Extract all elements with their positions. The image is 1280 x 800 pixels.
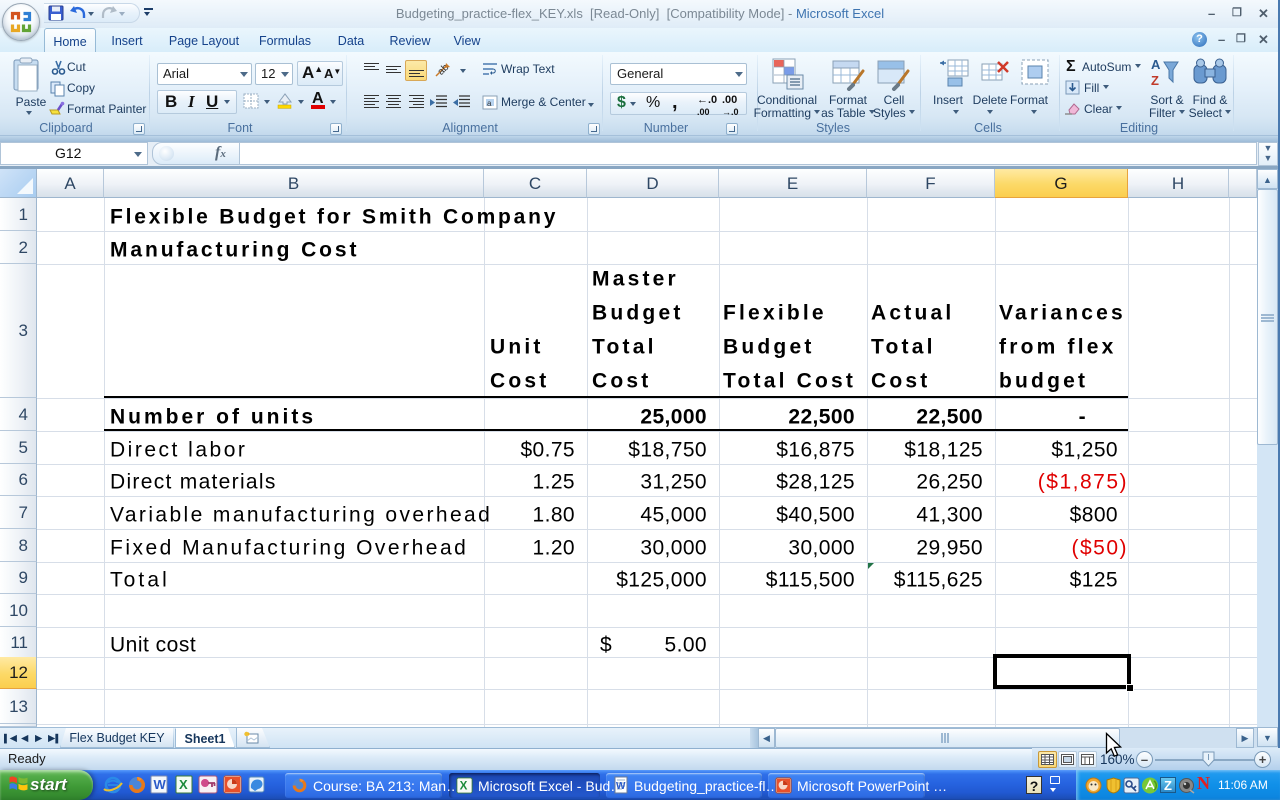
svg-text:X: X — [179, 777, 188, 792]
svg-text:X: X — [460, 780, 468, 793]
svg-text:a: a — [487, 99, 492, 108]
svg-text:A: A — [1151, 57, 1161, 72]
svg-text:Z: Z — [1151, 73, 1159, 88]
svg-text:W: W — [154, 777, 167, 792]
svg-text:ab: ab — [436, 62, 452, 78]
svg-text:W: W — [616, 781, 626, 792]
